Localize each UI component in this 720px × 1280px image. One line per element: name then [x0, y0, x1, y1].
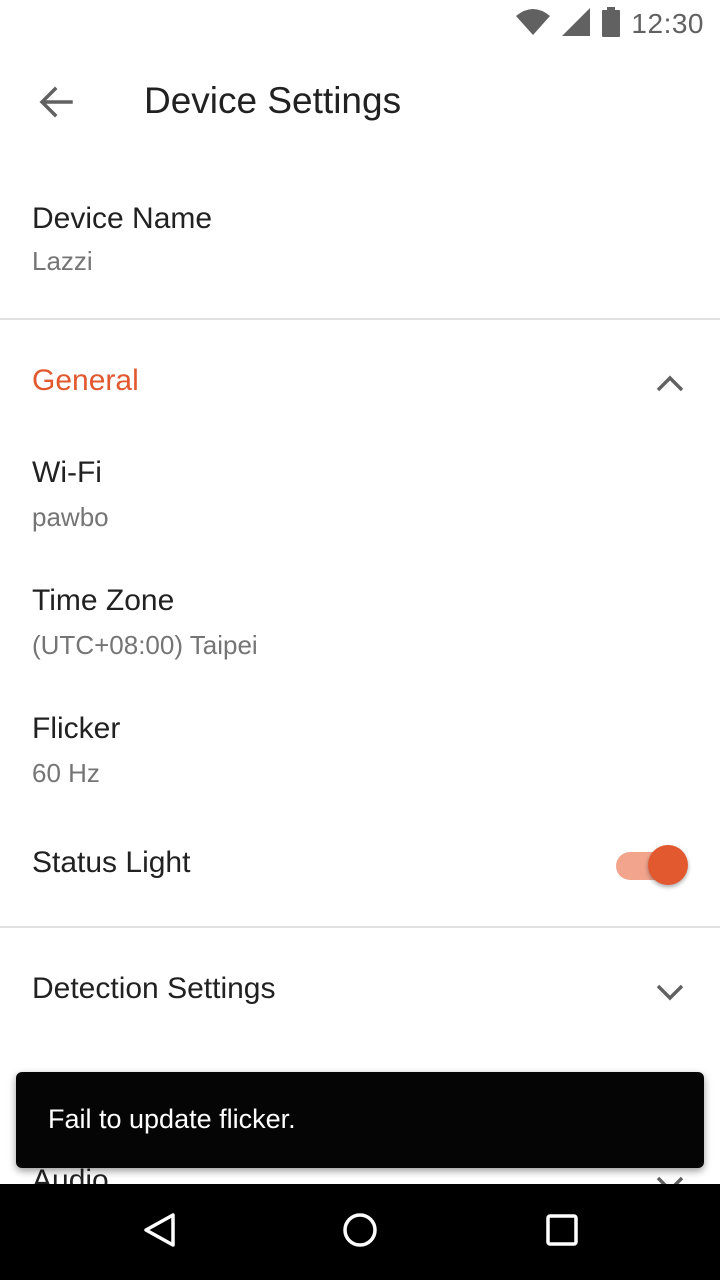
system-nav-bar — [0, 1184, 720, 1280]
wifi-icon — [515, 8, 551, 41]
toggle-thumb — [648, 845, 688, 885]
general-header-label: General — [32, 364, 139, 397]
device-name-value: Lazzi — [32, 246, 93, 276]
back-button[interactable] — [24, 72, 88, 136]
arrow-back-icon — [38, 84, 74, 125]
detection-section-header[interactable]: Detection Settings — [0, 944, 720, 1040]
flicker-item[interactable]: Flicker 60 Hz — [0, 696, 720, 816]
time-zone-item[interactable]: Time Zone (UTC+08:00) Taipei — [0, 568, 720, 688]
divider — [0, 318, 720, 320]
device-name-item[interactable]: Device Name Lazzi — [0, 184, 720, 312]
time-zone-value: (UTC+08:00) Taipei — [32, 630, 258, 660]
status-bar: 12:30 — [0, 0, 720, 48]
snackbar: Fail to update flicker. — [16, 1072, 704, 1168]
app-bar: Device Settings — [0, 48, 720, 160]
flicker-value: 60 Hz — [32, 758, 100, 788]
device-name-label: Device Name — [32, 202, 213, 235]
chevron-down-icon — [652, 974, 688, 1010]
signal-icon — [561, 7, 591, 42]
detection-header-label: Detection Settings — [32, 972, 276, 1005]
clock: 12:30 — [631, 8, 704, 39]
chevron-up-icon — [652, 366, 688, 402]
divider — [0, 926, 720, 928]
page-title: Device Settings — [144, 80, 402, 121]
battery-icon — [601, 6, 621, 42]
recents-square-icon — [542, 1210, 582, 1255]
nav-home-button[interactable] — [328, 1200, 392, 1264]
snackbar-message: Fail to update flicker. — [48, 1104, 296, 1134]
wifi-value: pawbo — [32, 502, 109, 532]
back-triangle-icon — [140, 1210, 180, 1255]
wifi-label: Wi-Fi — [32, 456, 102, 489]
flicker-label: Flicker — [32, 712, 121, 745]
nav-back-button[interactable] — [128, 1200, 192, 1264]
general-section-header[interactable]: General — [0, 336, 720, 432]
status-icons: 12:30 — [515, 6, 704, 42]
status-light-item: Status Light — [0, 842, 720, 890]
status-light-label: Status Light — [32, 846, 191, 879]
wifi-item[interactable]: Wi-Fi pawbo — [0, 440, 720, 560]
home-circle-icon — [340, 1210, 380, 1255]
nav-recents-button[interactable] — [530, 1200, 594, 1264]
status-light-toggle[interactable] — [612, 842, 688, 886]
time-zone-label: Time Zone — [32, 584, 175, 617]
